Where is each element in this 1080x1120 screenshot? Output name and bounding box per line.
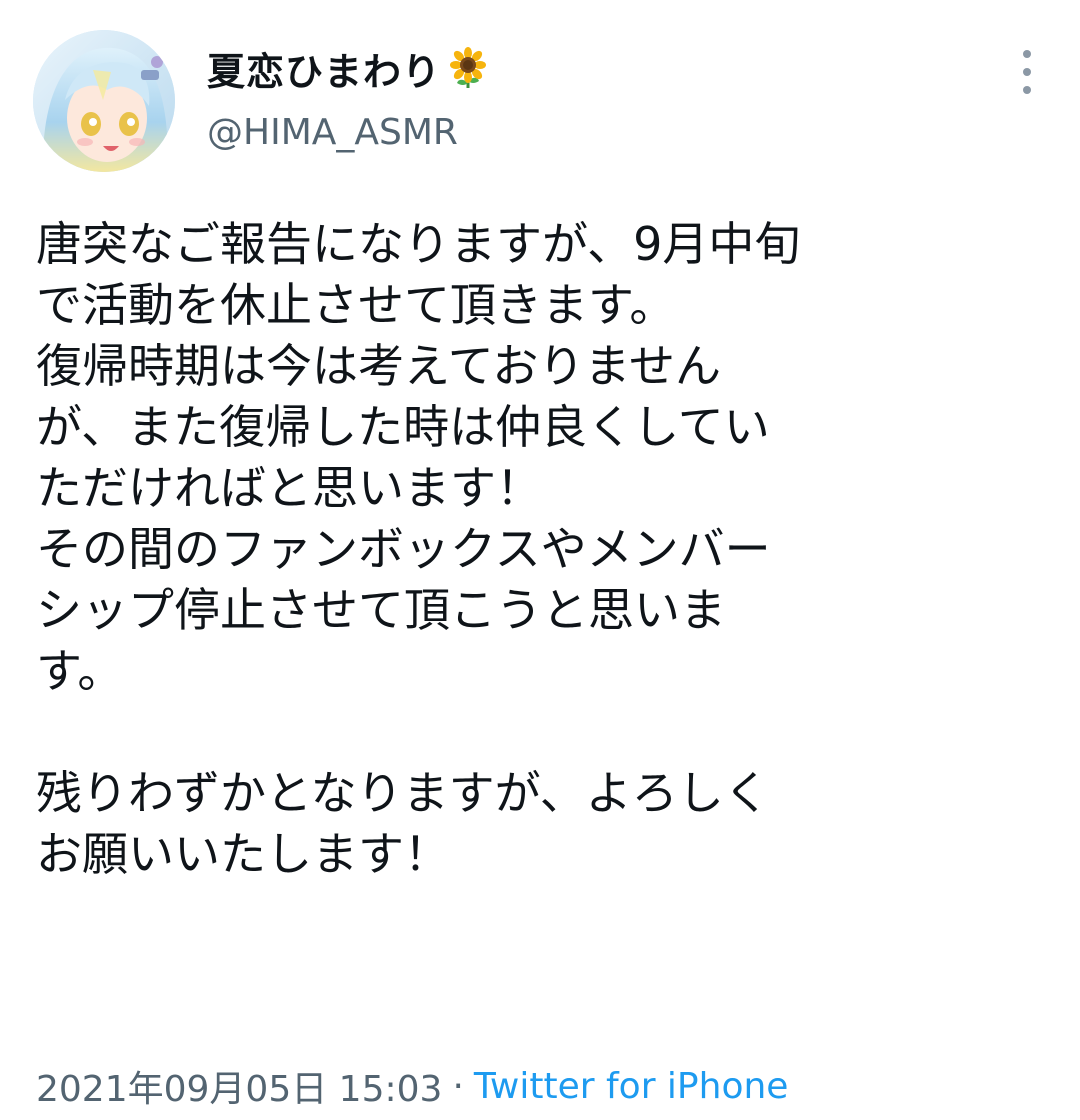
tweet-line: シップ停止させて頂こうと思いま bbox=[36, 583, 726, 637]
tweet-header: 夏恋ひまわり @HIMA_ASMR bbox=[0, 0, 1080, 190]
tweet-line: す。 bbox=[36, 644, 124, 698]
more-dot bbox=[1023, 68, 1031, 76]
tweet-line: 残りわずかとなりますが、よろしく bbox=[36, 766, 770, 820]
tweet-source-link[interactable]: Twitter for iPhone bbox=[474, 1066, 789, 1107]
tweet-line: ただければと思います！ bbox=[36, 461, 542, 515]
display-name[interactable]: 夏恋ひまわり bbox=[207, 41, 441, 96]
sunflower-icon bbox=[447, 47, 489, 89]
more-dot bbox=[1023, 50, 1031, 58]
tweet-line: お願いいたします！ bbox=[36, 827, 450, 881]
tweet-timestamp[interactable]: 2021年09月05日 15:03 bbox=[36, 1060, 442, 1112]
tweet-line: が、また復帰した時は仲良くしてい bbox=[36, 400, 770, 454]
tweet-line: 復帰時期は今は考えておりません bbox=[36, 339, 721, 393]
user-handle[interactable]: @HIMA_ASMR bbox=[207, 112, 458, 153]
more-options-icon[interactable] bbox=[1012, 50, 1042, 94]
more-dot bbox=[1023, 86, 1031, 94]
display-name-row[interactable]: 夏恋ひまわり bbox=[207, 42, 489, 94]
tweet-line: で活動を休止させて頂きます。 bbox=[36, 278, 676, 332]
tweet-line: 唐突なご報告になりますが、9月中旬 bbox=[36, 217, 801, 271]
meta-separator: · bbox=[452, 1065, 464, 1107]
tweet-meta: 2021年09月05日 15:03 · Twitter for iPhone bbox=[36, 1060, 788, 1112]
tweet-text: 唐突なご報告になりますが、9月中旬 で活動を休止させて頂きます。 復帰時期は今は… bbox=[36, 214, 1046, 885]
tweet-line: その間のファンボックスやメンバー bbox=[36, 522, 771, 576]
avatar[interactable] bbox=[33, 30, 175, 172]
